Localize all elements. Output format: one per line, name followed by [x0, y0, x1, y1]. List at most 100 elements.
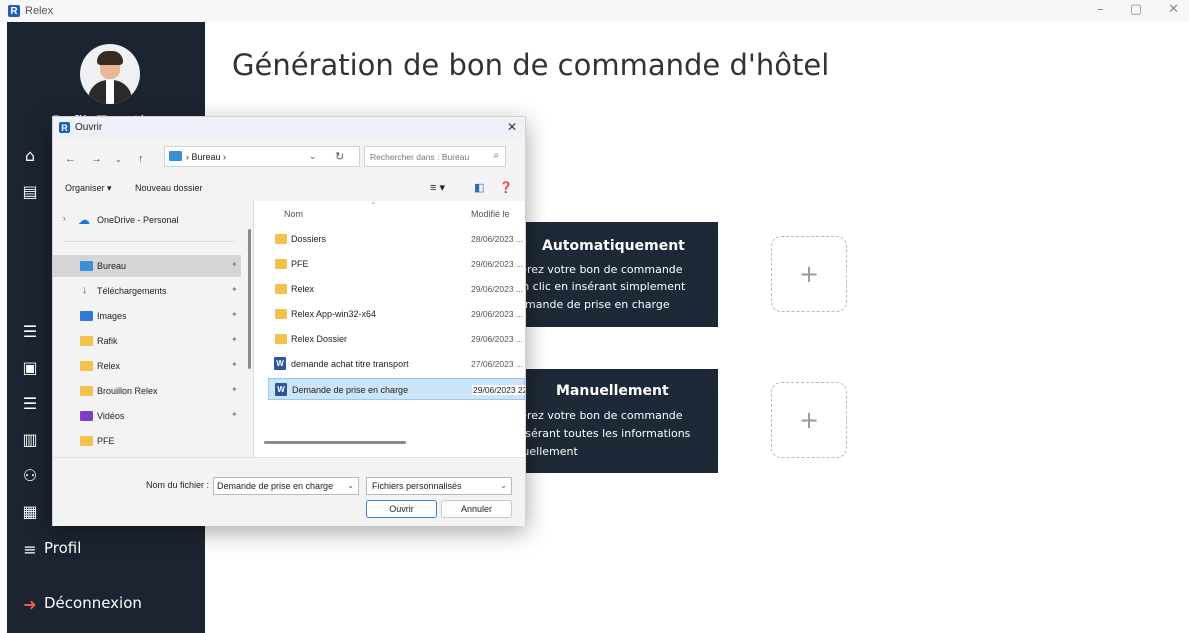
help-icon[interactable]: ❓ — [499, 181, 513, 194]
users-icon[interactable]: ⚇ — [20, 466, 40, 485]
close-icon[interactable]: ✕ — [1168, 2, 1179, 17]
nav-item-brouillon-relex[interactable]: Brouillon Relex ✦ — [53, 380, 241, 402]
filename-input[interactable]: Demande de prise en charge ⌄ — [213, 477, 359, 495]
pin-icon[interactable]: ✦ — [231, 360, 238, 369]
home-icon[interactable]: ⌂ — [20, 146, 40, 165]
nav-item-videos[interactable]: Vidéos ✦ — [53, 405, 241, 427]
file-name: Relex Dossier — [291, 334, 348, 344]
open-button[interactable]: Ouvrir — [366, 500, 437, 518]
chevron-down-icon[interactable]: ⌄ — [309, 151, 317, 162]
filename-label: Nom du fichier : — [146, 480, 210, 490]
file-name: Demande de prise en charge — [292, 385, 409, 395]
relex-logo-icon: R — [59, 122, 70, 133]
sidebar-item-logout[interactable]: Déconnexion — [44, 594, 142, 612]
file-row[interactable]: Relex Dossier 29/06/2023 ... — [268, 328, 525, 350]
file-name: PFE — [291, 259, 309, 269]
avatar — [80, 44, 140, 104]
auto-card[interactable]: Automatiquement Générez votre bon de com… — [498, 222, 718, 327]
settings-sliders-icon[interactable]: ≡ — [20, 540, 40, 559]
folder-icon — [80, 386, 93, 396]
pin-icon[interactable]: ✦ — [231, 285, 238, 294]
nav-item-pfe[interactable]: PFE — [53, 430, 241, 452]
nav-item-bureau[interactable]: Bureau ✦ — [53, 255, 241, 277]
add-manual-button[interactable]: + — [771, 382, 847, 458]
back-icon[interactable]: ← — [65, 153, 76, 165]
organise-button[interactable]: Organiser ▾ — [65, 183, 112, 194]
search-input[interactable]: Rechercher dans : Bureau ⌕ — [364, 146, 506, 167]
up-arrow-icon[interactable]: ↑ — [138, 153, 144, 165]
new-folder-button[interactable]: Nouveau dossier — [135, 183, 203, 193]
close-icon[interactable]: ✕ — [507, 120, 517, 134]
app-title: Relex — [25, 5, 54, 17]
column-header-modified[interactable]: Modifié le — [471, 209, 510, 219]
logout-icon[interactable]: ➜ — [20, 595, 40, 614]
address-path: › Bureau › — [186, 152, 227, 162]
folder-icon — [169, 151, 182, 161]
file-date: 29/06/2023 ... — [471, 259, 523, 269]
chevron-down-icon[interactable]: ⌄ — [115, 155, 122, 164]
nav-scrollbar[interactable] — [248, 229, 251, 369]
file-date: 27/06/2023 ... — [471, 359, 523, 369]
minimize-icon[interactable]: – — [1097, 2, 1104, 17]
view-options-icon[interactable]: ≡ ▾ — [430, 181, 445, 194]
file-row[interactable]: W demande achat titre transport 27/06/20… — [268, 353, 525, 375]
card-title: Manuellement — [556, 383, 669, 399]
file-name: Dossiers — [291, 234, 327, 244]
add-auto-button[interactable]: + — [771, 236, 847, 312]
forward-icon[interactable]: → — [91, 153, 102, 165]
download-icon: ↓ — [82, 284, 88, 296]
address-bar[interactable]: › Bureau › ⌄ ↻ — [164, 146, 360, 167]
cancel-button[interactable]: Annuler — [441, 500, 512, 518]
dialog-footer: Nom du fichier : Demande de prise en cha… — [53, 457, 525, 526]
file-row[interactable]: Relex App-win32-x64 29/06/2023 ... — [268, 303, 525, 325]
document-icon[interactable]: ▣ — [20, 358, 40, 377]
file-type-value: Fichiers personnalisés — [372, 481, 462, 491]
nav-item-label: Images — [97, 311, 127, 321]
cloud-icon: ☁ — [78, 213, 90, 227]
file-list-scrollbar[interactable] — [264, 441, 406, 444]
nav-item-images[interactable]: Images ✦ — [53, 305, 241, 327]
list-alt-icon[interactable]: ☰ — [20, 394, 40, 413]
folder-icon — [275, 284, 287, 294]
open-file-dialog: R Ouvrir ✕ ← → ⌄ ↑ › Bureau › ⌄ ↻ Recher… — [52, 116, 526, 526]
chevron-down-icon[interactable]: ⌄ — [500, 481, 507, 490]
file-row[interactable]: Relex 29/06/2023 ... — [268, 278, 525, 300]
file-type-select[interactable]: Fichiers personnalisés ⌄ — [366, 477, 512, 495]
sidebar-item-profil[interactable]: Profil — [44, 539, 81, 557]
manual-card[interactable]: Manuellement Générez votre bon de comman… — [498, 369, 718, 473]
file-date: 29/06/2023 22:59 — [472, 385, 525, 395]
file-date: 29/06/2023 ... — [471, 284, 523, 294]
file-row-selected[interactable]: W Demande de prise en charge 29/06/2023 … — [268, 378, 525, 400]
preview-pane-icon[interactable]: ◧ — [474, 181, 484, 194]
nav-item-relex[interactable]: Relex ✦ — [53, 355, 241, 377]
nav-item-onedrive[interactable]: › ☁ OneDrive - Personal — [53, 209, 241, 231]
chevron-right-icon[interactable]: › — [63, 214, 66, 223]
file-name: Relex — [291, 284, 315, 294]
pin-icon[interactable]: ✦ — [231, 385, 238, 394]
chevron-down-icon[interactable]: ⌄ — [347, 481, 354, 490]
file-list: Nom ⌃ Modifié le Dossiers 28/06/2023 ...… — [254, 201, 525, 457]
pin-icon[interactable]: ✦ — [231, 260, 238, 269]
column-header-name[interactable]: Nom — [284, 209, 303, 219]
pin-icon[interactable]: ✦ — [231, 410, 238, 419]
folder-icon — [80, 336, 93, 346]
nav-item-label: OneDrive - Personal — [97, 215, 179, 225]
printer-icon[interactable]: ▤ — [20, 182, 40, 201]
word-document-icon: W — [275, 383, 287, 396]
hotel-icon[interactable]: ▦ — [20, 502, 40, 521]
file-row[interactable]: PFE 29/06/2023 ... — [268, 253, 525, 275]
maximize-icon[interactable]: ▢ — [1130, 2, 1142, 17]
nav-item-rafik[interactable]: Rafik ✦ — [53, 330, 241, 352]
nav-item-downloads[interactable]: ↓ Téléchargements ✦ — [53, 280, 241, 302]
pin-icon[interactable]: ✦ — [231, 310, 238, 319]
pin-icon[interactable]: ✦ — [231, 335, 238, 344]
search-icon: ⌕ — [493, 150, 499, 161]
chart-icon[interactable]: ▥ — [20, 430, 40, 449]
nav-item-label: Relex — [97, 361, 121, 371]
relex-logo-icon: R — [8, 5, 20, 17]
list-icon[interactable]: ☰ — [20, 322, 40, 341]
folder-icon — [275, 334, 287, 344]
refresh-icon[interactable]: ↻ — [335, 150, 344, 163]
sort-arrow-icon: ⌃ — [370, 201, 377, 210]
file-row[interactable]: Dossiers 28/06/2023 ... — [268, 228, 525, 250]
